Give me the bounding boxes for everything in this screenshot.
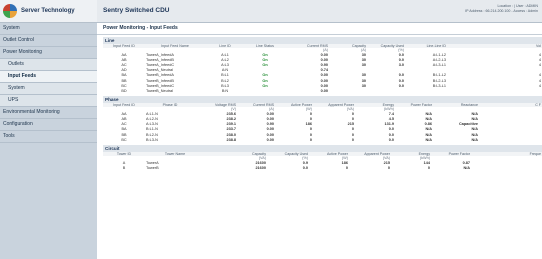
sidebar-item-system[interactable]: System: [0, 23, 97, 35]
circuit-cell: N/A: [463, 165, 470, 170]
line-cell: [447, 89, 542, 94]
header: Sentry Switched CDU Location : | User : …: [97, 0, 542, 23]
line-section-title: Line: [103, 37, 542, 44]
line-section: Line Input Feed ID Input Feed Name Line ID…: [103, 37, 542, 94]
sidebar: Server Technology System Outlet Control Po…: [0, 0, 97, 259]
phase-table: Input Feed ID Phase ID Voltage RMS Current …: [103, 103, 542, 143]
phase-cell: 238.8: [226, 137, 236, 142]
circuit-section: Circuit Tower ID Tower Name Capacity Capaci…: [103, 145, 542, 171]
sidebar-item-environmental-monitoring[interactable]: Environmental Monitoring: [0, 107, 97, 119]
session-info: Location : | User : ADMIN IP Address : 6…: [465, 4, 538, 14]
line-cell: [245, 89, 285, 94]
phase-cell: N/A: [425, 137, 432, 142]
circuit-section-title: Circuit: [103, 145, 542, 153]
circuit-cell: [471, 166, 542, 171]
line-cell: TowerB_Neutral: [146, 89, 174, 94]
phase-cell: [479, 138, 542, 143]
phase-cell: N/A: [471, 137, 478, 142]
phase-cell: 0: [351, 137, 354, 142]
sidebar-item-ups[interactable]: UPS: [0, 95, 97, 107]
brand-name: Server Technology: [21, 8, 75, 14]
circuit-cell: 0.0: [302, 165, 308, 170]
phase-cell: 0.00: [266, 137, 274, 142]
sidebar-nav: System Outlet Control Power Monitoring Outl…: [0, 23, 97, 143]
brand-logo[interactable]: Server Technology: [0, 0, 97, 23]
line-cell: [329, 89, 367, 94]
sidebar-item-power-monitoring[interactable]: Power Monitoring: [0, 47, 97, 59]
line-cell: [367, 89, 405, 94]
phase-cell: 0: [309, 137, 312, 142]
circuit-cell: 21600: [255, 165, 266, 170]
table-row: B TowerB 21600 0.0 0 0 0 N/A: [103, 166, 542, 171]
table-row: BC B:L3-N 238.8 0.00 0 0 0.0 N/A N/A: [103, 138, 542, 143]
line-cell: 0.00: [320, 89, 328, 94]
phase-section: Phase Input Feed ID Phase ID Voltage RMS Cu…: [103, 96, 542, 143]
phase-cell: B:L3-N: [146, 137, 158, 142]
sidebar-item-outlets[interactable]: Outlets: [0, 59, 97, 71]
line-cell: BD: [121, 89, 127, 94]
line-cell: [405, 89, 447, 94]
ip-access: IP Address : 66.214.200.100 - Access : A…: [465, 9, 538, 13]
brand-logo-icon: [3, 4, 17, 18]
line-cell: B:N: [221, 89, 229, 94]
circuit-cell: TowerB: [146, 165, 159, 170]
phase-section-title: Phase: [103, 96, 542, 104]
circuit-cell: B: [122, 165, 126, 170]
circuit-cell: 0: [427, 165, 430, 170]
main-panel: Sentry Switched CDU Location : | User : …: [97, 0, 542, 259]
sidebar-item-tools[interactable]: Tools: [0, 131, 97, 143]
app-title: Sentry Switched CDU: [103, 7, 170, 14]
phase-cell: BC: [121, 137, 127, 142]
sidebar-item-system[interactable]: System: [0, 83, 97, 95]
circuit-cell: 0: [387, 165, 390, 170]
sidebar-item-configuration[interactable]: Configuration: [0, 119, 97, 131]
circuit-cell: 0: [345, 165, 348, 170]
circuit-table: Tower ID Tower Name Capacity Capacity Used A…: [103, 152, 542, 171]
phase-cell: 0.0: [388, 137, 394, 142]
sidebar-item-outlet-control[interactable]: Outlet Control: [0, 35, 97, 47]
table-row: BD TowerB_Neutral B:N 0.00: [103, 89, 542, 94]
sidebar-item-input-feeds[interactable]: Input Feeds: [0, 71, 97, 83]
line-table: Input Feed ID Input Feed Name Line ID Line …: [103, 44, 542, 94]
page-title: Power Monitoring - Input Feeds: [97, 23, 542, 35]
